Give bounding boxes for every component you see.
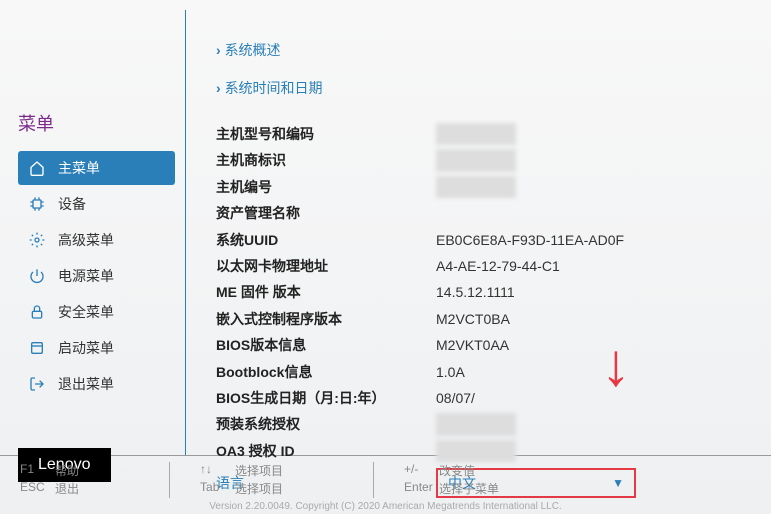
info-row: 预装系统授权 — [216, 413, 731, 435]
main-content: 系统概述 系统时间和日期 主机型号和编码 主机商标识 主机编号 资产管理名称 系… — [186, 10, 771, 455]
info-value — [436, 149, 516, 171]
sidebar-item-label: 电源菜单 — [58, 266, 114, 286]
info-label: 以太网卡物理地址 — [216, 255, 436, 277]
info-row: 主机编号 — [216, 176, 731, 198]
sidebar-item-label: 安全菜单 — [58, 302, 114, 322]
chevron-down-icon: ▼ — [612, 476, 624, 490]
sidebar-item-security[interactable]: 安全菜单 — [18, 295, 175, 329]
info-section: 主机型号和编码 主机商标识 主机编号 资产管理名称 系统UUIDEB0C6E8A… — [216, 123, 731, 498]
info-row: 主机型号和编码 — [216, 123, 731, 145]
info-value: A4-AE-12-79-44-C1 — [436, 255, 560, 277]
info-label: 主机商标识 — [216, 149, 436, 171]
info-value: M2VKT0AA — [436, 334, 509, 356]
info-row: BIOS生成日期（月:日:年）08/07/ — [216, 387, 731, 409]
sidebar-item-label: 退出菜单 — [58, 374, 114, 394]
info-row: 资产管理名称 — [216, 202, 731, 224]
nav-system-datetime[interactable]: 系统时间和日期 — [216, 78, 731, 98]
info-label: 主机型号和编码 — [216, 123, 436, 145]
sidebar-item-label: 设备 — [58, 194, 86, 214]
info-value: EB0C6E8A-F93D-11EA-AD0F — [436, 229, 624, 251]
exit-icon — [28, 375, 46, 393]
info-row: 系统UUIDEB0C6E8A-F93D-11EA-AD0F — [216, 229, 731, 251]
lock-icon — [28, 303, 46, 321]
footer-label: 选择项目 — [235, 462, 283, 479]
info-label: 资产管理名称 — [216, 202, 436, 224]
chip-icon — [28, 195, 46, 213]
info-row: 主机商标识 — [216, 149, 731, 171]
info-label: BIOS生成日期（月:日:年） — [216, 387, 436, 409]
info-value — [436, 176, 516, 198]
info-value: 1.0A — [436, 361, 465, 383]
boot-icon — [28, 339, 46, 357]
info-label: 预装系统授权 — [216, 413, 436, 435]
home-icon — [28, 159, 46, 177]
info-label: 嵌入式控制程序版本 — [216, 308, 436, 330]
sidebar-item-startup[interactable]: 启动菜单 — [18, 331, 175, 365]
info-value — [436, 413, 516, 435]
info-label: 主机编号 — [216, 176, 436, 198]
sidebar-item-exit[interactable]: 退出菜单 — [18, 367, 175, 401]
power-icon — [28, 267, 46, 285]
info-row: OA3 授权 ID — [216, 440, 731, 462]
footer-divider — [169, 462, 170, 498]
sidebar-item-advanced[interactable]: 高级菜单 — [18, 223, 175, 257]
info-label: OA3 授权 ID — [216, 440, 436, 462]
gear-icon — [28, 231, 46, 249]
info-label: Bootblock信息 — [216, 361, 436, 383]
info-value — [436, 123, 516, 145]
sidebar-item-power[interactable]: 电源菜单 — [18, 259, 175, 293]
copyright: Version 2.20.0049. Copyright (C) 2020 Am… — [0, 501, 771, 512]
footer-key: F1 — [20, 462, 55, 479]
footer-key: Enter — [404, 480, 439, 497]
sidebar-item-label: 主菜单 — [58, 158, 100, 178]
info-row: ME 固件 版本14.5.12.1111 — [216, 281, 731, 303]
sidebar-item-main[interactable]: 主菜单 — [18, 151, 175, 185]
footer-label: 退出 — [55, 480, 79, 497]
footer-key: +/- — [404, 462, 439, 479]
footer-label: 帮助 — [55, 462, 79, 479]
info-value: 14.5.12.1111 — [436, 281, 515, 303]
footer-label: 选择子菜单 — [439, 480, 499, 497]
info-value: 08/07/ — [436, 387, 475, 409]
info-label: ME 固件 版本 — [216, 281, 436, 303]
sidebar-item-label: 高级菜单 — [58, 230, 114, 250]
info-row: BIOS版本信息M2VKT0AA — [216, 334, 731, 356]
menu-title: 菜单 — [18, 110, 175, 136]
info-value — [436, 440, 516, 462]
footer-key: Tab — [200, 480, 235, 497]
sidebar: 菜单 主菜单 设备 高级菜单 电源菜单 安全菜单 启动菜单 退出菜单 — [0, 10, 175, 455]
info-label: 系统UUID — [216, 229, 436, 251]
footer-divider — [373, 462, 374, 498]
footer-label: 选择项目 — [235, 480, 283, 497]
info-label: BIOS版本信息 — [216, 334, 436, 356]
footer-key: ↑↓ — [200, 462, 235, 479]
sidebar-item-devices[interactable]: 设备 — [18, 187, 175, 221]
footer-label: 改变值 — [439, 462, 475, 479]
sidebar-item-label: 启动菜单 — [58, 338, 114, 358]
info-value: M2VCT0BA — [436, 308, 510, 330]
info-row: Bootblock信息1.0A — [216, 361, 731, 383]
info-row: 嵌入式控制程序版本M2VCT0BA — [216, 308, 731, 330]
info-row: 以太网卡物理地址A4-AE-12-79-44-C1 — [216, 255, 731, 277]
nav-system-overview[interactable]: 系统概述 — [216, 40, 731, 60]
footer-key: ESC — [20, 480, 55, 497]
